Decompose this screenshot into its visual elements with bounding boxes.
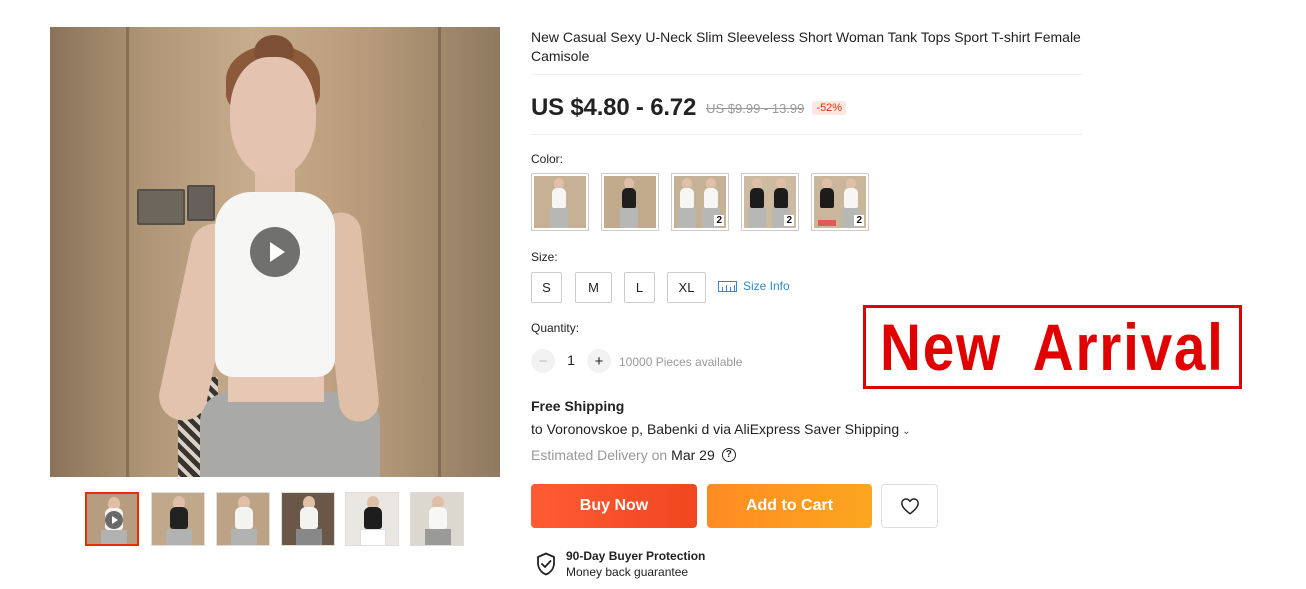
discount-badge: -52% (812, 101, 847, 115)
buyer-protection-title: 90-Day Buyer Protection (566, 549, 706, 563)
original-price: US $9.99 - 13.99 (706, 100, 805, 116)
quantity-increase-button[interactable]: + (587, 349, 611, 373)
wall-panel-line (126, 27, 129, 477)
buy-now-button[interactable]: Buy Now (531, 484, 697, 528)
color-swatch-2[interactable] (601, 173, 659, 231)
shield-check-icon (537, 552, 555, 576)
new-arrival-banner: New Arrival (863, 305, 1242, 389)
thumbnail-3[interactable] (216, 492, 270, 546)
color-swatch-3[interactable]: 2 (671, 173, 729, 231)
shipping-destination: to Voronovskoe p, Babenki d via AliExpre… (531, 421, 900, 437)
thumbnail-5[interactable] (345, 492, 399, 546)
wall-switch (187, 185, 215, 221)
size-label: Size: (531, 250, 558, 264)
wishlist-button[interactable] (881, 484, 938, 528)
ruler-icon (718, 280, 737, 292)
thumbnail-2[interactable] (151, 492, 205, 546)
color-label: Color: (531, 152, 564, 166)
chevron-down-icon: ⌄ (902, 426, 911, 437)
size-option-s[interactable]: S (531, 272, 562, 303)
shipping-title: Free Shipping (531, 398, 625, 414)
swatch-badge: 2 (854, 215, 864, 226)
color-swatch-1[interactable] (531, 173, 589, 231)
quantity-value[interactable]: 1 (562, 352, 580, 368)
quantity-label: Quantity: (531, 321, 580, 335)
swatch-badge: 2 (714, 215, 724, 226)
thumbnail-4[interactable] (281, 492, 335, 546)
thumbnail-6[interactable] (410, 492, 464, 546)
thumbnail-1[interactable] (85, 492, 139, 546)
shipping-destination-selector[interactable]: to Voronovskoe p, Babenki d via AliExpre… (531, 421, 911, 437)
size-info-link[interactable]: Size Info (718, 279, 790, 293)
divider (531, 74, 1083, 75)
swatch-badge: 2 (784, 215, 794, 226)
size-info-label: Size Info (743, 279, 790, 293)
divider (531, 134, 1083, 135)
heart-icon (900, 498, 919, 515)
add-to-cart-button[interactable]: Add to Cart (707, 484, 872, 528)
color-swatch-5[interactable]: 2 (811, 173, 869, 231)
play-icon[interactable] (250, 227, 300, 277)
model-face (230, 57, 316, 177)
wall-panel-line (438, 27, 441, 477)
help-icon[interactable]: ? (721, 448, 736, 462)
model-tank-top (215, 192, 335, 377)
new-arrival-text: New Arrival (880, 310, 1225, 384)
estimated-delivery-date: Mar 29 (671, 447, 715, 463)
stock-available: 10000 Pieces available (619, 355, 743, 369)
buyer-protection-subtitle: Money back guarantee (566, 565, 689, 579)
estimated-delivery-label: Estimated Delivery on (531, 447, 668, 463)
size-option-l[interactable]: L (624, 272, 655, 303)
price-row: US $4.80 - 6.72 US $9.99 - 13.99 -52% (531, 92, 847, 124)
product-title: New Casual Sexy U-Neck Slim Sleeveless S… (531, 29, 1081, 64)
quantity-decrease-button[interactable]: − (531, 349, 555, 373)
current-price: US $4.80 - 6.72 (531, 94, 697, 121)
estimated-delivery: Estimated Delivery on Mar 29 ? (531, 447, 736, 463)
color-swatch-4[interactable]: 2 (741, 173, 799, 231)
main-product-image[interactable] (50, 27, 500, 477)
size-option-m[interactable]: M (575, 272, 612, 303)
wall-switch (137, 189, 185, 225)
size-option-xl[interactable]: XL (667, 272, 706, 303)
buyer-protection: 90-Day Buyer Protection Money back guara… (536, 548, 705, 580)
play-icon (105, 511, 123, 529)
